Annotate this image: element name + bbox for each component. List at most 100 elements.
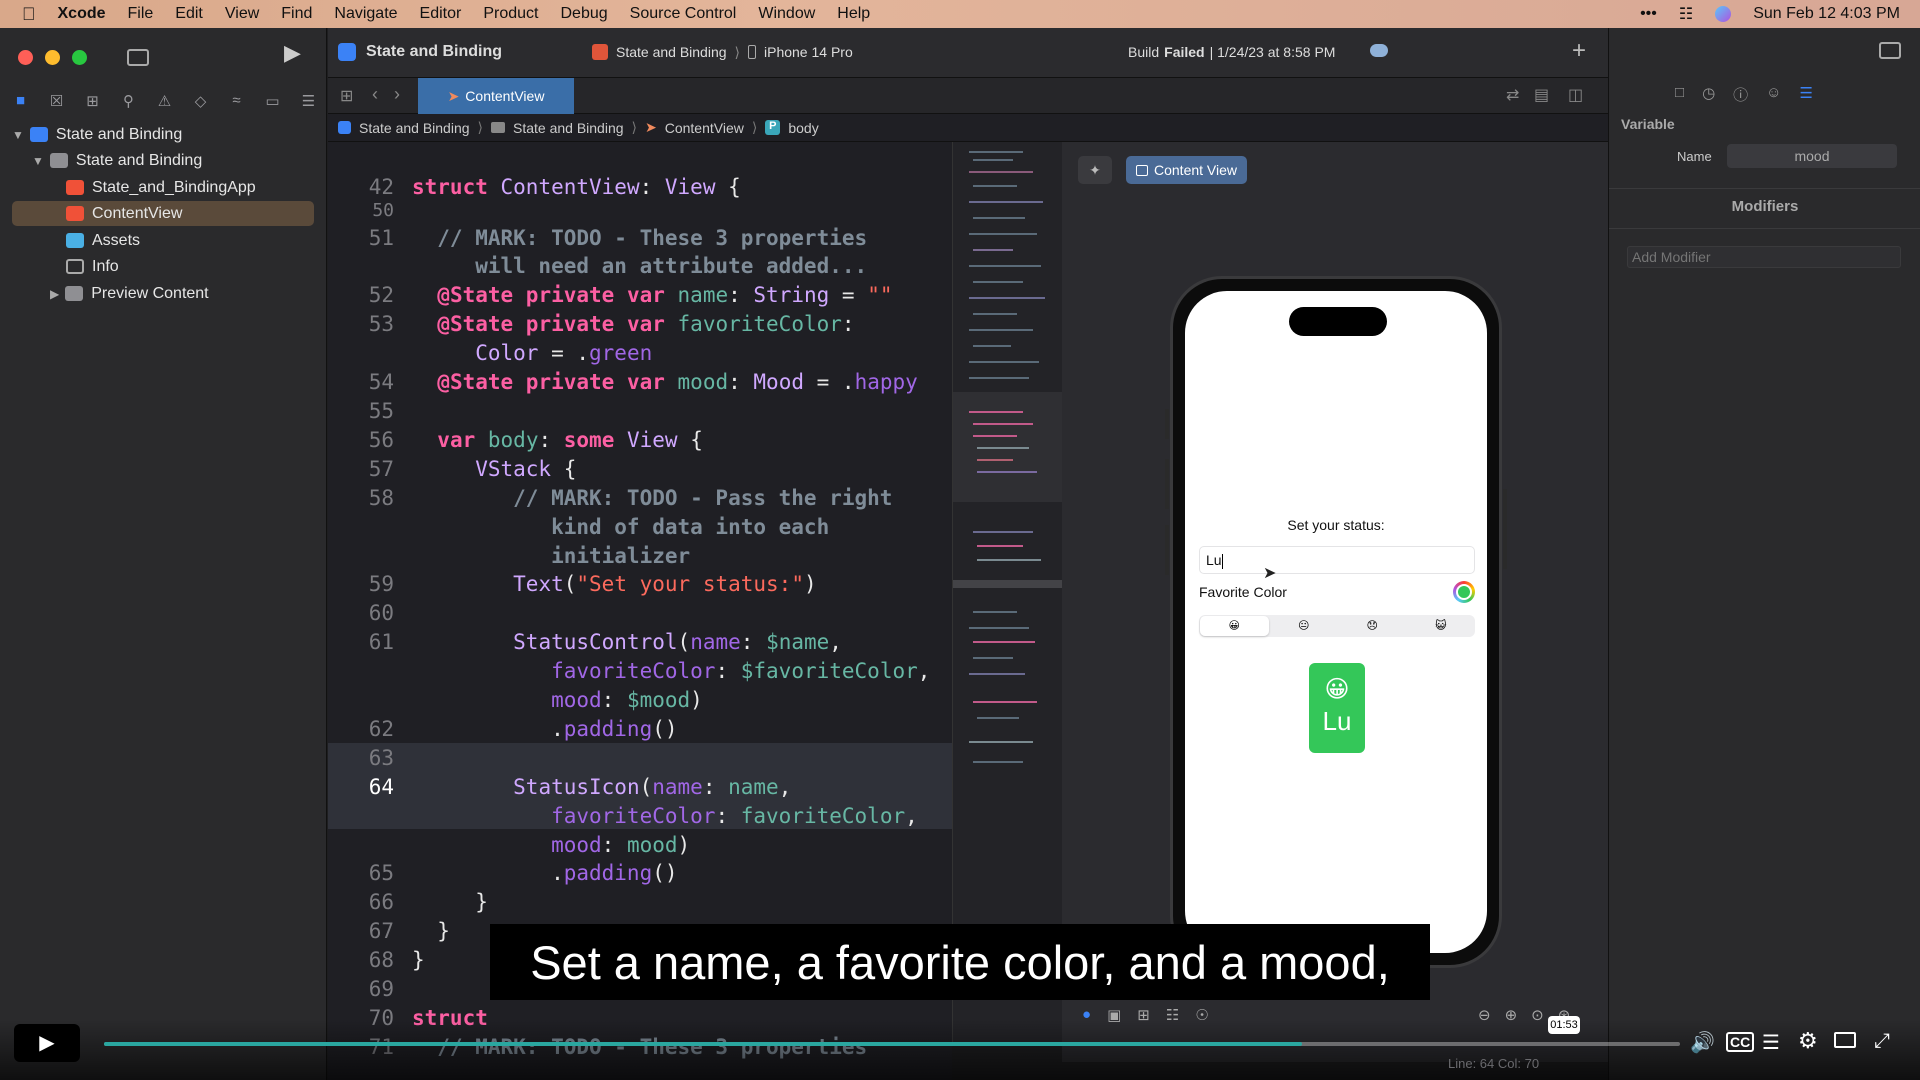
pin-button[interactable]: ✦ [1078,156,1112,184]
menu-find[interactable]: Find [281,5,312,23]
menu-view[interactable]: View [225,5,259,23]
fullscreen-icon[interactable]: ⤢ [1874,1030,1890,1053]
help-icon[interactable]: ⓘ [1733,84,1748,105]
search-icon[interactable]: ⚲ [118,92,139,110]
xcode-project-icon [29,127,48,142]
split-editor-icon[interactable]: ◫ [1568,85,1583,105]
symbols-icon[interactable]: ⊞ [82,92,103,110]
menu-window[interactable]: Window [758,5,815,23]
color-picker-well[interactable] [1453,581,1475,603]
menu-product[interactable]: Product [483,5,538,23]
inspector-tabs: □ ◷ ⓘ ☺ ☰ [1675,84,1813,105]
name-label: Name [1677,149,1712,164]
folder-icon[interactable]: ■ [10,92,31,110]
inspector-panel: □ ◷ ⓘ ☺ ☰ Variable Name mood Modifiers [1608,28,1920,1080]
transcript-icon[interactable]: ☰ [1762,1030,1780,1055]
mood-segment[interactable]: 😐 [1270,615,1339,637]
grid-icon[interactable]: ⊞ [340,86,353,106]
menu-debug[interactable]: Debug [560,5,607,23]
menu-editor[interactable]: Editor [420,5,462,23]
sidebar-toggle-icon[interactable] [127,49,149,66]
add-modifier-field[interactable] [1627,246,1901,268]
volume-icon[interactable]: 🔊 [1690,1030,1715,1055]
line-number: 66 [368,890,394,914]
build-status[interactable]: Build Failed | 1/24/23 at 8:58 PM [1128,38,1335,66]
menu-edit[interactable]: Edit [175,5,203,23]
minimize-window-icon[interactable] [45,50,60,65]
tab-contentview[interactable]: ➤ ContentView [418,78,574,114]
swift-file-icon: ➤ [645,119,657,135]
line-number-current: 64 [368,775,394,799]
control-center-icon[interactable]: ☷ [1679,4,1693,24]
menu-source-control[interactable]: Source Control [630,5,737,23]
file-inspector-icon[interactable]: □ [1675,84,1684,105]
code-line: .padding() [412,861,678,885]
mood-segment[interactable]: 😞 [1338,615,1407,637]
accessibility-icon[interactable]: ☺ [1766,84,1781,105]
zoom-window-icon[interactable] [72,50,87,65]
scheme-selector[interactable]: State and Binding ⟩ iPhone 14 Pro [592,38,853,66]
issues-icon[interactable]: ⚠ [154,92,175,110]
breadcrumb-group[interactable]: State and Binding [513,120,624,136]
breadcrumb-project[interactable]: State and Binding [359,120,470,136]
tests-icon[interactable]: ◇ [190,92,211,110]
minimap[interactable] [952,142,1062,1042]
breakpoints-icon[interactable]: ▭ [262,92,283,110]
chevron-down-icon[interactable]: ▼ [12,128,24,142]
play-button[interactable]: ▶ [14,1024,80,1062]
mood-segment[interactable]: 😺 [1407,615,1476,637]
menu-app-name[interactable]: Xcode [58,5,106,23]
chevron-right-icon[interactable]: ▶ [50,287,59,301]
code-line: struct ContentView: View { [412,175,741,199]
run-button[interactable]: ▶ [284,40,301,66]
forward-arrow-icon[interactable]: › [394,84,400,105]
plist-icon [66,259,84,274]
name-text-field[interactable]: Lu [1199,546,1475,574]
close-window-icon[interactable] [18,50,33,65]
line-number: 61 [368,630,394,654]
swap-icon[interactable]: ⇄ [1506,85,1519,105]
tree-item-app-file[interactable]: State_and_BindingApp [66,175,256,200]
breadcrumb-symbol[interactable]: body [788,120,818,136]
mood-segmented-control[interactable]: 😀 😐 😞 😺 [1199,615,1475,637]
chevron-down-icon[interactable]: ▼ [32,154,44,168]
name-value-field[interactable]: mood [1727,144,1897,168]
breadcrumb: State and Binding ⟩ State and Binding ⟩ … [328,114,1608,142]
tree-item-project[interactable]: ▼ State and Binding [12,122,182,147]
breadcrumb-file[interactable]: ContentView [665,120,744,136]
chevron-right-icon: ⟩ [734,43,740,60]
menu-help[interactable]: Help [837,5,870,23]
apple-icon[interactable]:  [22,4,36,25]
tree-item-contentview-selected[interactable]: ContentView [12,201,314,226]
reports-icon[interactable]: ☰ [298,92,319,110]
siri-icon[interactable] [1715,6,1732,22]
code-line: // MARK: TODO - Pass the right [412,486,893,510]
source-control-icon[interactable]: ☒ [46,92,67,110]
canvas-options-icon[interactable]: ▤ [1534,85,1549,105]
phone-screen[interactable]: Set your status: Lu ➤ Favorite Color 😀 😐… [1185,291,1487,953]
add-icon[interactable]: + [1572,37,1586,65]
tree-item-preview-content[interactable]: ▶ Preview Content [50,281,209,306]
preview-selector-button[interactable]: Content View [1126,156,1248,184]
menu-file[interactable]: File [128,5,154,23]
cloud-icon[interactable] [1370,44,1388,57]
debug-icon[interactable]: ≈ [226,92,247,110]
tree-item-label: State_and_BindingApp [92,178,256,196]
history-icon[interactable]: ◷ [1702,84,1715,105]
picture-in-picture-icon[interactable] [1834,1032,1856,1048]
code-editor[interactable]: 42 50 51 52 53 54 55 56 57 58 59 60 61 6… [328,142,952,1059]
video-progress-bar[interactable] [104,1042,1680,1046]
menu-navigate[interactable]: Navigate [334,5,397,23]
more-icon[interactable]: ••• [1640,5,1657,23]
settings-gear-icon[interactable]: ⚙ [1798,1028,1818,1054]
tree-item-info[interactable]: Info [66,254,119,279]
tree-item-group[interactable]: ▼ State and Binding [32,148,202,173]
attributes-inspector-icon[interactable]: ☰ [1800,84,1813,105]
back-arrow-icon[interactable]: ‹ [372,84,378,105]
tree-item-assets[interactable]: Assets [66,228,140,253]
modifiers-title: Modifiers [1731,198,1799,215]
menu-clock[interactable]: Sun Feb 12 4:03 PM [1753,5,1900,23]
captions-icon[interactable]: CC [1726,1032,1755,1052]
inspector-toggle-icon[interactable] [1879,42,1901,59]
mood-segment-selected[interactable]: 😀 [1200,616,1269,636]
